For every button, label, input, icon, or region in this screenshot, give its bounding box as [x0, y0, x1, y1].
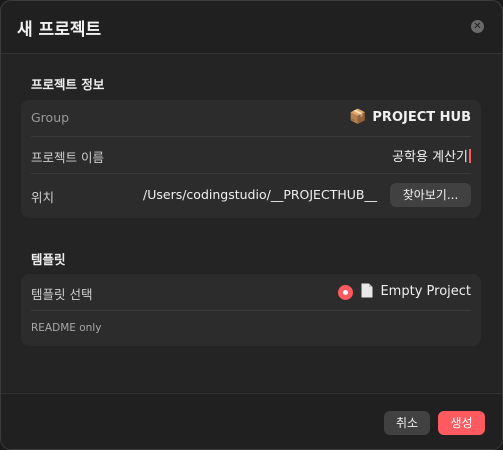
location-path: /Users/codingstudio/__PROJECTHUB__ — [143, 187, 377, 202]
dialog-title: 새 프로젝트 — [17, 20, 102, 40]
selected-template-name: Empty Project — [380, 284, 471, 299]
project-name-row: 프로젝트 이름 공학용 계산기 — [21, 137, 481, 173]
template-radio-selected[interactable] — [338, 285, 353, 300]
template-select-row[interactable]: 템플릿 선택 Empty Project — [21, 274, 481, 310]
template-caption: README only — [31, 322, 102, 334]
template-select-label: 템플릿 선택 — [31, 287, 93, 302]
template-section-title: 템플릿 — [31, 252, 66, 267]
divider — [31, 173, 471, 174]
project-name-value: 공학용 계산기 — [392, 150, 468, 165]
project-name-input[interactable]: 공학용 계산기 — [392, 146, 471, 165]
group-value[interactable]: 📦 PROJECT HUB — [349, 109, 471, 125]
project-name-label: 프로젝트 이름 — [31, 150, 104, 165]
divider — [31, 310, 471, 311]
group-value-text: PROJECT HUB — [372, 110, 471, 125]
cancel-button[interactable]: 취소 — [384, 411, 430, 435]
project-info-section-title: 프로젝트 정보 — [31, 77, 105, 92]
browse-button[interactable]: 찾아보기... — [390, 183, 471, 207]
project-info-card: Group 📦 PROJECT HUB 프로젝트 이름 공학용 계산기 위치 /U… — [21, 100, 481, 218]
template-card: 템플릿 선택 Empty Project README only — [21, 274, 481, 346]
dialog-footer: 취소 생성 — [1, 393, 502, 449]
text-caret — [469, 149, 471, 163]
package-icon: 📦 — [348, 109, 367, 125]
location-row: 위치 /Users/codingstudio/__PROJECTHUB__ 찾아… — [21, 177, 481, 213]
dialog-body: 프로젝트 정보 Group 📦 PROJECT HUB 프로젝트 이름 공학용 계… — [1, 54, 502, 392]
create-button[interactable]: 생성 — [438, 411, 485, 435]
group-row[interactable]: Group 📦 PROJECT HUB — [21, 100, 481, 136]
location-label: 위치 — [31, 190, 55, 205]
document-icon — [361, 283, 373, 298]
new-project-dialog: 새 프로젝트 ✕ 프로젝트 정보 Group 📦 PROJECT HUB 프로젝트… — [0, 0, 503, 450]
close-icon[interactable]: ✕ — [471, 20, 484, 33]
dialog-titlebar: 새 프로젝트 ✕ — [1, 1, 502, 54]
group-label: Group — [31, 110, 70, 125]
